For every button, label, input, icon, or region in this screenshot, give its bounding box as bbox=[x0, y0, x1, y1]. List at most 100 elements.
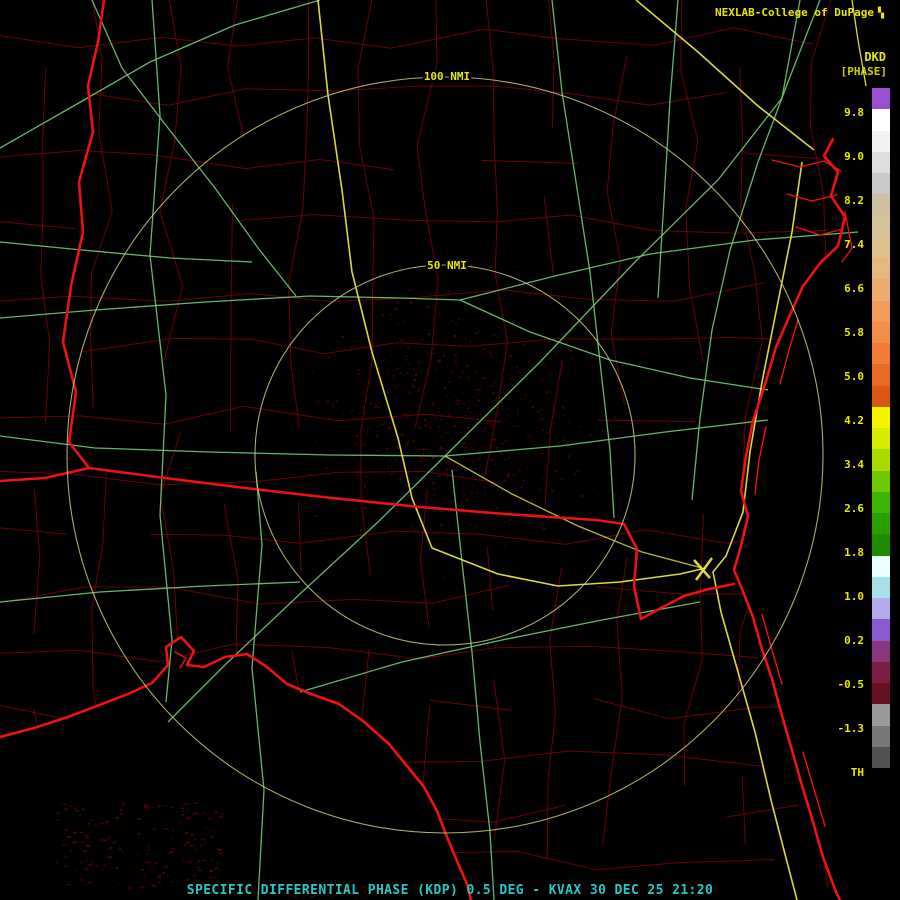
radar-echo bbox=[463, 493, 465, 495]
radar-echo bbox=[516, 426, 517, 427]
radar-echo bbox=[90, 833, 92, 834]
radar-echo bbox=[530, 435, 532, 437]
radar-echo bbox=[508, 473, 510, 475]
radar-echo bbox=[419, 372, 420, 373]
radar-echo bbox=[105, 821, 109, 823]
radar-echo bbox=[84, 835, 88, 836]
radar-echo bbox=[551, 490, 553, 492]
radar-echo bbox=[432, 353, 435, 354]
radar-echo bbox=[120, 813, 124, 815]
radar-echo bbox=[473, 461, 475, 462]
radar-echo bbox=[434, 437, 436, 438]
radar-echo bbox=[463, 442, 466, 444]
radar-echo bbox=[531, 441, 533, 443]
radar-echo bbox=[219, 816, 223, 817]
radar-echo bbox=[201, 838, 203, 839]
radar-echo bbox=[409, 289, 410, 291]
radar-echo bbox=[532, 358, 533, 359]
radar-echo bbox=[495, 351, 496, 353]
radar-echo bbox=[497, 299, 499, 300]
radar-echo bbox=[363, 444, 365, 446]
radar-echo bbox=[370, 403, 372, 405]
radar-echo bbox=[571, 358, 573, 360]
radar-echo bbox=[445, 336, 446, 338]
radar-echo bbox=[394, 501, 396, 502]
radar-echo bbox=[488, 407, 490, 408]
highway-green-line bbox=[658, 0, 678, 298]
radar-echo bbox=[409, 363, 410, 364]
county-border-line bbox=[545, 360, 562, 505]
radar-echo bbox=[395, 315, 396, 316]
radar-echo bbox=[182, 811, 184, 813]
county-border-line bbox=[598, 420, 696, 422]
radar-echo bbox=[378, 367, 380, 369]
radar-echo bbox=[432, 405, 435, 407]
radar-echo bbox=[562, 406, 564, 408]
radar-echo bbox=[475, 333, 478, 334]
radar-echo bbox=[390, 351, 391, 353]
radar-echo bbox=[417, 462, 418, 463]
radar-echo bbox=[315, 528, 316, 529]
radar-echo bbox=[408, 495, 410, 497]
radar-echo bbox=[340, 462, 341, 463]
radar-echo bbox=[437, 521, 439, 522]
radar-echo bbox=[601, 406, 602, 408]
radar-echo bbox=[131, 866, 133, 867]
radar-echo bbox=[385, 525, 387, 526]
radar-echo bbox=[501, 510, 503, 512]
radar-echo bbox=[306, 488, 307, 490]
radar-echo bbox=[120, 809, 123, 811]
county-border-line bbox=[0, 819, 87, 821]
radar-echo bbox=[179, 822, 181, 823]
radar-echo bbox=[357, 369, 359, 371]
radar-echo bbox=[418, 391, 420, 393]
radar-echo bbox=[334, 407, 335, 409]
radar-echo bbox=[414, 337, 415, 339]
radar-echo bbox=[158, 874, 162, 875]
radar-echo bbox=[393, 575, 395, 576]
radar-echo bbox=[476, 290, 478, 291]
radar-echo bbox=[422, 458, 424, 460]
colorbar-segment bbox=[872, 364, 890, 385]
radar-echo bbox=[506, 335, 507, 337]
county-border-line bbox=[0, 151, 394, 170]
radar-echo bbox=[450, 372, 452, 373]
county-border-line bbox=[227, 783, 229, 847]
radar-echo bbox=[452, 465, 455, 467]
radar-echo bbox=[413, 428, 414, 429]
radar-echo bbox=[185, 861, 187, 862]
radar-echo bbox=[183, 854, 185, 855]
radar-echo bbox=[433, 494, 435, 495]
radar-echo bbox=[397, 331, 399, 332]
radar-echo bbox=[407, 472, 409, 474]
radar-echo bbox=[406, 417, 408, 419]
radar-echo bbox=[523, 484, 524, 486]
radar-echo bbox=[203, 839, 205, 841]
range-ring-circle bbox=[67, 77, 823, 833]
radar-echo bbox=[384, 361, 385, 363]
radar-echo bbox=[588, 615, 589, 616]
radar-echo bbox=[461, 432, 464, 433]
radar-echo bbox=[314, 516, 316, 518]
radar-echo bbox=[541, 380, 542, 382]
radar-echo bbox=[446, 450, 448, 452]
radar-echo bbox=[92, 853, 95, 854]
radar-echo bbox=[501, 443, 504, 445]
radar-echo bbox=[490, 424, 491, 426]
radar-echo bbox=[349, 423, 350, 425]
radar-echo bbox=[443, 577, 445, 578]
radar-echo bbox=[324, 331, 326, 332]
radar-echo bbox=[381, 424, 383, 425]
radar-echo bbox=[448, 413, 450, 415]
radar-echo bbox=[547, 394, 549, 395]
radar-echo bbox=[525, 489, 526, 491]
radar-echo bbox=[267, 545, 269, 546]
radar-echo bbox=[74, 869, 76, 871]
radar-echo bbox=[377, 419, 379, 420]
radar-echo bbox=[405, 484, 408, 485]
colorbar-segment bbox=[872, 428, 890, 449]
radar-echo bbox=[367, 325, 369, 326]
radar-echo bbox=[498, 337, 499, 339]
radar-echo bbox=[190, 845, 194, 846]
radar-echo bbox=[183, 844, 187, 845]
